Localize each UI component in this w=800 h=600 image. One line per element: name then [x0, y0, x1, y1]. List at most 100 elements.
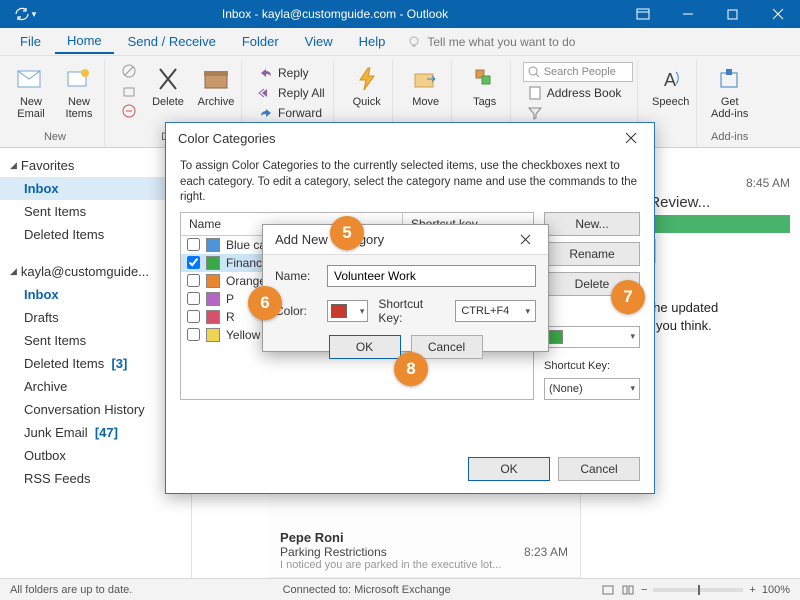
- reading-time: 8:45 AM: [746, 176, 790, 190]
- speech-button[interactable]: ASpeech: [650, 60, 692, 108]
- category-label: P: [226, 292, 234, 306]
- search-people-input[interactable]: Search People: [523, 62, 633, 82]
- window-title: Inbox - kayla@customguide.com - Outlook: [50, 7, 620, 21]
- zoom-slider[interactable]: [653, 588, 743, 592]
- maximize-button[interactable]: [710, 0, 755, 28]
- dlg2-close-button[interactable]: [510, 225, 540, 255]
- dlg2-color-label: Color:: [275, 304, 321, 318]
- menu-bar: File Home Send / Receive Folder View Hel…: [0, 28, 800, 56]
- svg-text:A: A: [664, 70, 676, 90]
- nav-sent[interactable]: Sent Items: [0, 200, 191, 223]
- dlg2-ok-button[interactable]: OK: [329, 335, 401, 359]
- title-bar: ▾ Inbox - kayla@customguide.com - Outloo…: [0, 0, 800, 28]
- tags-button[interactable]: Tags: [464, 60, 506, 108]
- dlg1-instructions: To assign Color Categories to the curren…: [166, 153, 654, 212]
- archive-button[interactable]: Archive: [195, 60, 237, 108]
- nav-archive[interactable]: Archive: [0, 375, 191, 398]
- dlg1-cancel-button[interactable]: Cancel: [558, 457, 640, 481]
- dlg1-close-button[interactable]: [616, 123, 646, 153]
- nav-inbox2[interactable]: Inbox2: [0, 283, 191, 306]
- status-bar: All folders are up to date. Connected to…: [0, 578, 800, 600]
- nav-outbox[interactable]: Outbox: [0, 444, 191, 467]
- callout-6: 6: [248, 286, 282, 320]
- addins-icon: [717, 67, 743, 91]
- nav-deleted2[interactable]: Deleted Items [3]: [0, 352, 191, 375]
- zoom-controls[interactable]: − + 100%: [601, 583, 790, 597]
- category-swatch: [206, 328, 220, 342]
- menu-file[interactable]: File: [8, 30, 53, 53]
- nav-junk[interactable]: Junk Email [47]: [0, 421, 191, 444]
- category-checkbox[interactable]: [187, 274, 200, 287]
- address-book-button[interactable]: Address Book: [523, 84, 633, 102]
- search-icon: [528, 66, 540, 78]
- ignore-button[interactable]: [117, 62, 141, 80]
- view-reading-icon[interactable]: [621, 583, 635, 597]
- view-normal-icon[interactable]: [601, 583, 615, 597]
- reply-all-button[interactable]: Reply All: [254, 84, 329, 102]
- dlg1-shortcut-combo[interactable]: (None)▾: [544, 378, 640, 400]
- close-button[interactable]: [755, 0, 800, 28]
- category-swatch: [206, 310, 220, 324]
- dlg2-shortcut-combo[interactable]: CTRL+F4▾: [455, 300, 536, 322]
- dlg1-ok-button[interactable]: OK: [468, 457, 550, 481]
- speech-icon: A: [660, 66, 682, 92]
- nav-rss[interactable]: RSS Feeds: [0, 467, 191, 490]
- junk-icon: [121, 103, 137, 119]
- dlg2-name-input[interactable]: [327, 265, 536, 287]
- minimize-button[interactable]: [665, 0, 710, 28]
- callout-8: 8: [394, 352, 428, 386]
- junk-button[interactable]: [117, 102, 141, 120]
- dlg2-name-label: Name:: [275, 269, 321, 283]
- reply-button[interactable]: Reply: [254, 64, 329, 82]
- dlg1-color-combo[interactable]: ▾: [544, 326, 640, 348]
- status-connection: Connected to: Microsoft Exchange: [152, 584, 581, 596]
- ribbon-group-new: New: [44, 129, 66, 147]
- dlg2-shortcut-label: Shortcut Key:: [378, 297, 445, 325]
- message-subject: Parking Restrictions: [280, 545, 387, 559]
- category-checkbox[interactable]: [187, 310, 200, 323]
- move-icon: [413, 68, 439, 90]
- delete-button[interactable]: Delete: [147, 60, 189, 108]
- new-items-icon: [66, 68, 92, 90]
- category-checkbox[interactable]: [187, 328, 200, 341]
- menu-view[interactable]: View: [293, 30, 345, 53]
- tell-me-box[interactable]: Tell me what you want to do: [407, 35, 575, 49]
- new-category-button[interactable]: New...: [544, 212, 640, 236]
- move-button[interactable]: Move: [405, 60, 447, 108]
- favorites-header[interactable]: ◢Favorites: [0, 154, 191, 177]
- category-checkbox[interactable]: [187, 256, 200, 269]
- menu-home[interactable]: Home: [55, 29, 114, 54]
- folder-nav: ◢Favorites Inbox2 Sent Items Deleted Ite…: [0, 148, 192, 578]
- get-addins-button[interactable]: Get Add-ins: [709, 60, 751, 120]
- ignore-icon: [121, 63, 137, 79]
- nav-drafts[interactable]: Drafts: [0, 306, 191, 329]
- dlg2-color-combo[interactable]: ▾: [327, 300, 368, 322]
- category-swatch: [206, 238, 220, 252]
- delete-icon: [157, 66, 179, 92]
- menu-folder[interactable]: Folder: [230, 30, 291, 53]
- new-items-button[interactable]: New Items: [58, 60, 100, 120]
- account-header[interactable]: ◢kayla@customguide...: [0, 260, 191, 283]
- menu-send-receive[interactable]: Send / Receive: [116, 30, 228, 53]
- nav-deleted[interactable]: Deleted Items: [0, 223, 191, 246]
- forward-icon: [258, 105, 274, 121]
- close-icon: [625, 132, 637, 144]
- nav-sent2[interactable]: Sent Items: [0, 329, 191, 352]
- message-row[interactable]: Pepe Roni Parking Restrictions8:23 AM I …: [268, 524, 580, 578]
- close-icon: [520, 234, 531, 245]
- rename-category-button[interactable]: Rename: [544, 242, 640, 266]
- category-checkbox[interactable]: [187, 238, 200, 251]
- maximize-icon: [727, 9, 738, 20]
- forward-button[interactable]: Forward: [254, 104, 329, 122]
- ribbon-opts-icon: [636, 7, 650, 21]
- nav-conversation-history[interactable]: Conversation History: [0, 398, 191, 421]
- sync-button[interactable]: ▾: [0, 6, 50, 22]
- cleanup-button[interactable]: [117, 82, 141, 100]
- category-checkbox[interactable]: [187, 292, 200, 305]
- nav-inbox[interactable]: Inbox2: [0, 177, 191, 200]
- filter-email-button[interactable]: [523, 104, 633, 122]
- quick-steps-button[interactable]: Quick: [346, 60, 388, 108]
- ribbon-opts-button[interactable]: [620, 0, 665, 28]
- new-email-button[interactable]: New Email: [10, 60, 52, 120]
- menu-help[interactable]: Help: [347, 30, 398, 53]
